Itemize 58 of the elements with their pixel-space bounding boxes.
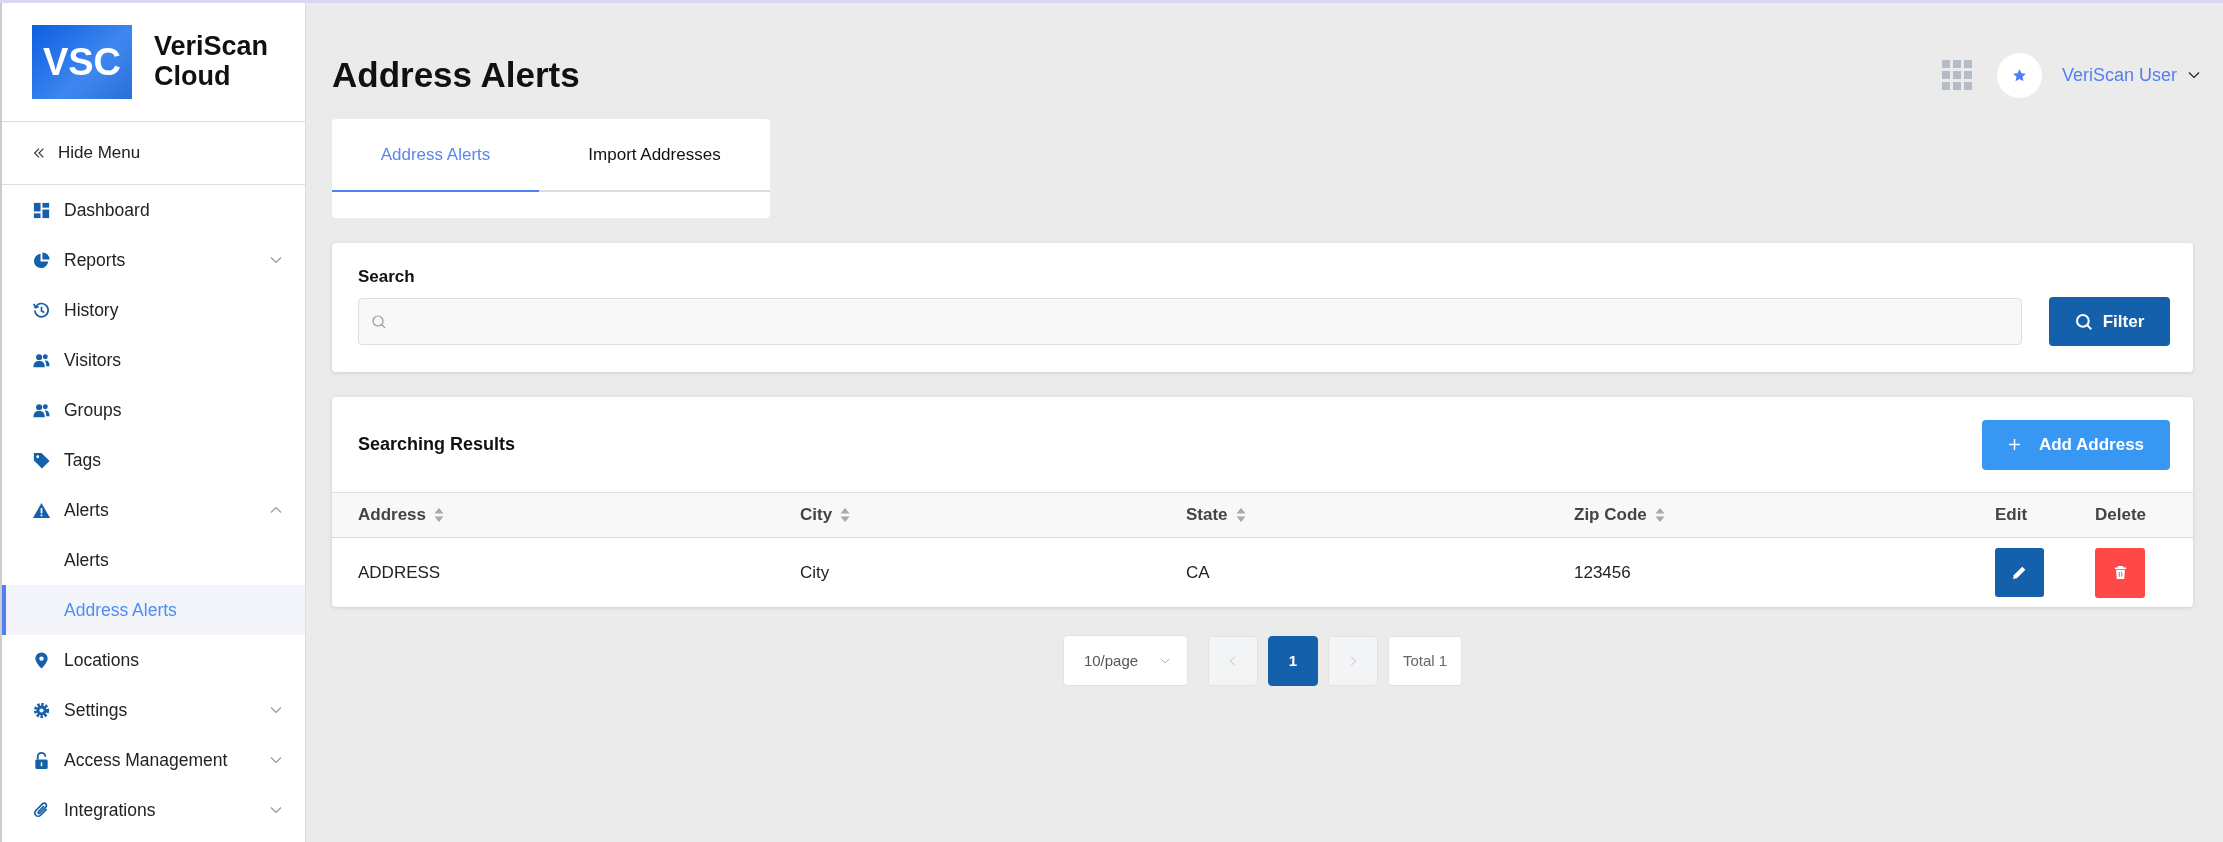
- logo-badge: VSC: [32, 25, 132, 99]
- location-pin-icon: [32, 650, 51, 670]
- sidebar-item[interactable]: Groups: [2, 385, 305, 435]
- sidebar-item[interactable]: Dashboard: [2, 185, 305, 235]
- sort-icon: [840, 507, 851, 523]
- sidebar-item[interactable]: Visitors: [2, 335, 305, 385]
- sidebar-item[interactable]: Locations: [2, 635, 305, 685]
- sidebar-item[interactable]: Settings: [2, 685, 305, 735]
- delete-button[interactable]: [2095, 547, 2145, 598]
- table-cell-text: CA: [1186, 562, 1211, 583]
- table-cell-text: City: [800, 562, 831, 583]
- search-icon: [371, 313, 387, 330]
- search-label: Search: [358, 267, 416, 287]
- sidebar-subitem[interactable]: Alerts: [2, 535, 305, 585]
- filter-button[interactable]: Filter: [2049, 297, 2170, 346]
- next-page-button[interactable]: [1327, 635, 1378, 686]
- plus-icon: [2007, 438, 2021, 451]
- hide-menu-button[interactable]: Hide Menu: [2, 122, 305, 185]
- column-header[interactable]: City: [800, 505, 851, 525]
- apps-grid-icon[interactable]: [1941, 60, 1972, 90]
- sort-icon: [434, 507, 445, 523]
- tab[interactable]: Import Addresses: [539, 119, 770, 192]
- search-icon: [2074, 312, 2093, 331]
- column-header[interactable]: State: [1186, 505, 1246, 525]
- column-header[interactable]: Delete: [2095, 505, 2147, 525]
- sidebar-item[interactable]: Reports: [2, 235, 305, 285]
- column-header[interactable]: Address: [358, 505, 445, 525]
- results-title: Searching Results: [358, 434, 516, 455]
- page-size-select[interactable]: 10/page: [1062, 635, 1188, 686]
- trash-icon: [2112, 565, 2128, 580]
- tag-icon: [32, 450, 51, 470]
- warning-icon: [32, 500, 51, 520]
- column-header[interactable]: Edit: [1995, 505, 2028, 525]
- sidebar-item[interactable]: Alerts: [2, 485, 305, 535]
- table-cell-text: ADDRESS: [358, 562, 442, 583]
- total-count: Total 1: [1387, 635, 1463, 686]
- lock-icon: [32, 750, 51, 770]
- sort-icon: [1654, 507, 1665, 523]
- pencil-icon: [2011, 564, 2028, 581]
- edit-button[interactable]: [1995, 548, 2044, 597]
- page-title: Address Alerts: [332, 55, 580, 95]
- table-cell-text: 123456: [1574, 562, 1632, 583]
- sidebar-item[interactable]: Tags: [2, 435, 305, 485]
- search-field[interactable]: [358, 298, 2022, 345]
- double-chevron-left-icon: [32, 146, 46, 160]
- pie-chart-icon: [32, 250, 51, 270]
- sidebar-item[interactable]: History: [2, 285, 305, 335]
- brand-name: VeriScan Cloud: [154, 32, 270, 92]
- dashboard-icon: [32, 200, 51, 220]
- tab[interactable]: Address Alerts: [332, 119, 539, 192]
- sidebar-item[interactable]: Access Management: [2, 735, 305, 785]
- sidebar-item[interactable]: Integrations: [2, 785, 305, 835]
- settings-icon: [32, 700, 51, 720]
- previous-page-button[interactable]: [1207, 635, 1258, 686]
- history-icon: [32, 300, 51, 320]
- page-number-button[interactable]: 1: [1267, 635, 1318, 686]
- sort-icon: [1235, 507, 1246, 523]
- column-header[interactable]: Zip Code: [1574, 505, 1665, 525]
